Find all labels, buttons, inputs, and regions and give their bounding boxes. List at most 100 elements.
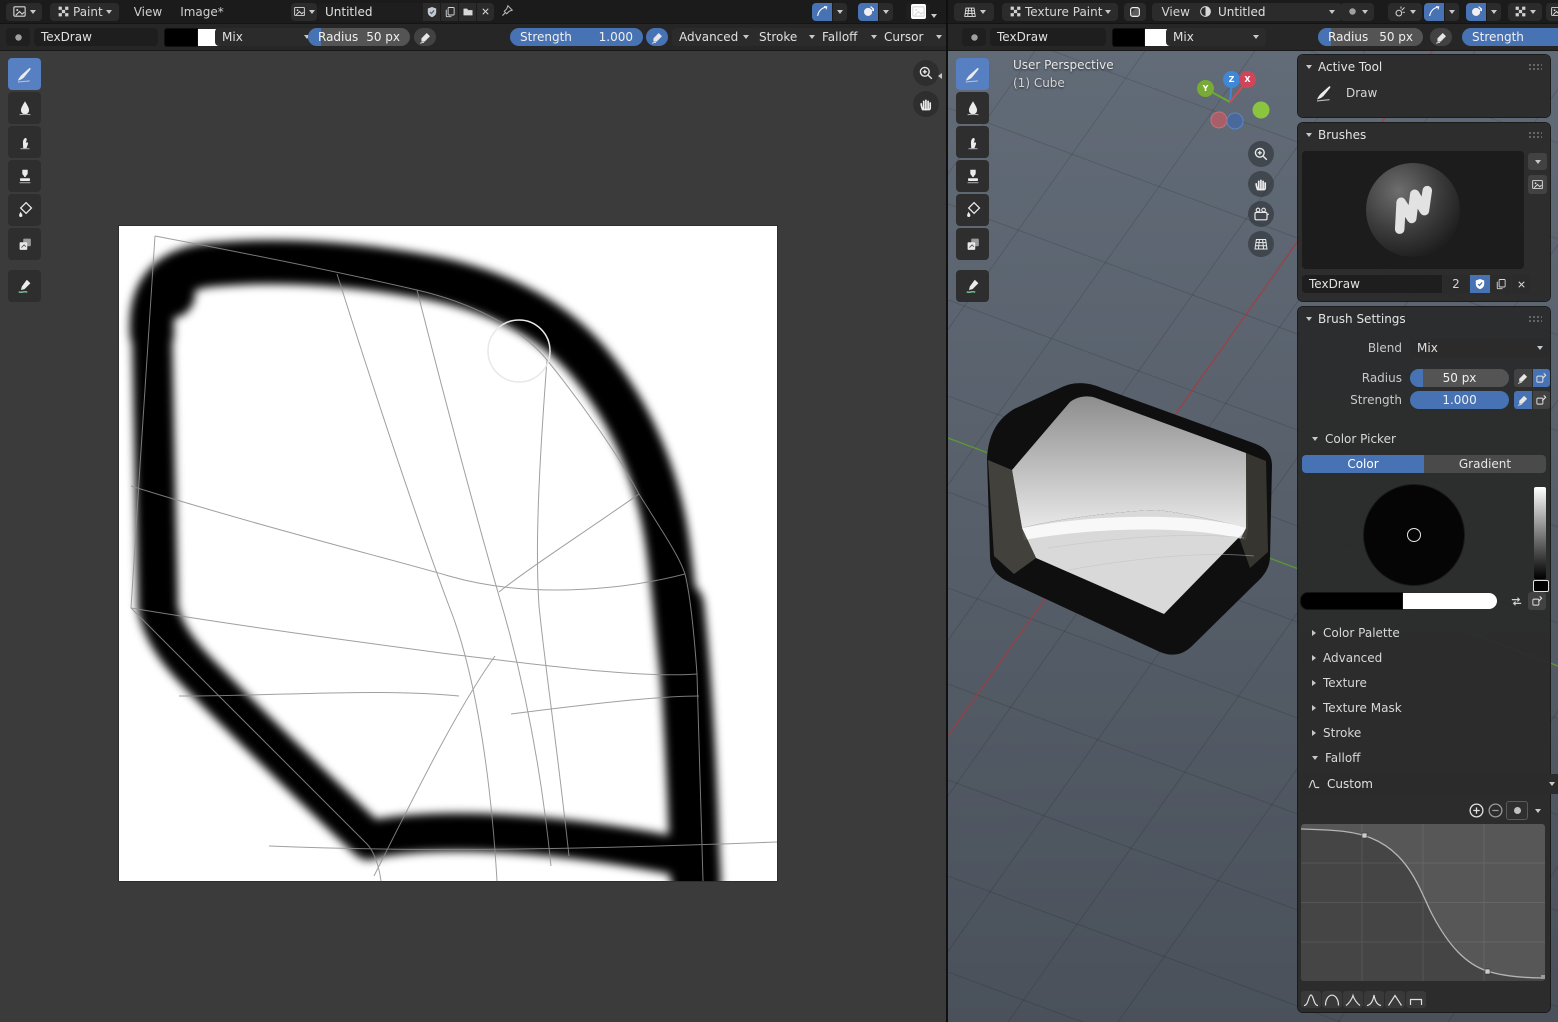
subpanel-falloff[interactable]: Falloff bbox=[1298, 745, 1558, 770]
editor-type-button[interactable] bbox=[6, 3, 42, 21]
value-slider[interactable] bbox=[1534, 487, 1546, 579]
secondary-color-swatch[interactable] bbox=[1403, 593, 1497, 609]
tool-soften[interactable] bbox=[956, 92, 989, 124]
gizmo-x-neg[interactable] bbox=[1211, 112, 1227, 128]
tool-mask[interactable] bbox=[956, 228, 989, 260]
collapsed-menus-button[interactable] bbox=[1124, 3, 1146, 21]
color-wheel[interactable] bbox=[1363, 484, 1465, 586]
pin-icon[interactable] bbox=[500, 4, 514, 18]
drag-handle-icon[interactable] bbox=[1528, 63, 1542, 70]
brush-duplicate-button[interactable] bbox=[1491, 275, 1511, 293]
image-name-field[interactable]: Untitled bbox=[318, 3, 436, 21]
brush-name-field[interactable]: TexDraw bbox=[990, 28, 1106, 46]
tab-gradient[interactable]: Gradient bbox=[1424, 455, 1546, 473]
subpanel-color-palette[interactable]: Color Palette bbox=[1298, 620, 1558, 645]
texture-slot-select[interactable]: Untitled bbox=[1192, 3, 1342, 21]
swap-colors-icon[interactable] bbox=[1509, 594, 1524, 609]
strength-tablet-button[interactable] bbox=[1533, 391, 1550, 409]
radius-pressure-button[interactable] bbox=[1430, 28, 1452, 46]
tool-draw[interactable] bbox=[956, 58, 989, 90]
radius-slider[interactable]: 50 px bbox=[1410, 369, 1509, 387]
rotation-snap-toggle[interactable] bbox=[858, 3, 878, 21]
fake-user-button[interactable] bbox=[423, 3, 440, 21]
paint-mode-select[interactable]: Paint bbox=[50, 3, 119, 21]
rotation-snap-dropdown[interactable] bbox=[879, 3, 893, 21]
tool-annotate[interactable] bbox=[956, 270, 989, 302]
display-mode-button[interactable] bbox=[1340, 3, 1374, 21]
tool-fill[interactable] bbox=[956, 194, 989, 226]
falloff-curve-widget[interactable] bbox=[1301, 824, 1545, 981]
curve-point-1[interactable] bbox=[1362, 833, 1367, 838]
rotation-snap-toggle[interactable] bbox=[1466, 3, 1486, 21]
gizmo-z-ball[interactable]: Z bbox=[1223, 71, 1240, 88]
brush-preview-box[interactable] bbox=[1302, 151, 1524, 269]
sidebar-collapse-arrow[interactable] bbox=[938, 68, 942, 82]
interaction-mode-select[interactable]: Texture Paint bbox=[1002, 3, 1118, 21]
pan-button[interactable] bbox=[913, 91, 939, 117]
clipped-header-button[interactable] bbox=[1546, 3, 1558, 21]
view-menu[interactable]: View bbox=[125, 5, 171, 19]
brush-select-dropdown[interactable] bbox=[1528, 153, 1547, 170]
brushes-header[interactable]: Brushes bbox=[1298, 123, 1550, 146]
spray-options-button[interactable] bbox=[1388, 3, 1422, 21]
tool-soften[interactable] bbox=[8, 92, 41, 124]
falloff-preset-sphere[interactable] bbox=[1322, 991, 1342, 1008]
paint-canvas[interactable] bbox=[119, 226, 777, 881]
zoom-button[interactable] bbox=[913, 60, 939, 86]
gizmo-x-ball[interactable]: X bbox=[1239, 71, 1256, 88]
blend-mode-select[interactable]: Mix bbox=[1166, 28, 1266, 46]
blend-mode-select[interactable]: Mix bbox=[215, 28, 317, 46]
rotation-snap-dropdown[interactable] bbox=[1487, 3, 1501, 21]
strength-slider[interactable]: 1.000 bbox=[1410, 391, 1509, 409]
drag-handle-icon[interactable] bbox=[1528, 131, 1542, 138]
tool-smear[interactable] bbox=[956, 126, 989, 158]
radius-slider[interactable]: Radius 50 px bbox=[1318, 28, 1423, 46]
color-picker-header[interactable]: Color Picker bbox=[1298, 426, 1550, 451]
tool-clone[interactable] bbox=[956, 160, 989, 192]
curve-point-type-button[interactable] bbox=[1506, 801, 1528, 820]
primary-color-swatch[interactable] bbox=[1300, 592, 1403, 610]
falloff-preset-linear[interactable] bbox=[1385, 991, 1405, 1008]
brush-name-field[interactable]: TexDraw bbox=[34, 28, 158, 46]
curve-point-2[interactable] bbox=[1485, 969, 1490, 974]
viewport-ortho-button[interactable] bbox=[1248, 231, 1274, 257]
image-display-dropdown[interactable] bbox=[931, 7, 937, 21]
strength-slider[interactable]: Strength 1.000 bbox=[510, 28, 643, 46]
brush-user-count[interactable]: 2 bbox=[1443, 275, 1469, 293]
viewport-pan-button[interactable] bbox=[1248, 171, 1274, 197]
color-tablet-button[interactable] bbox=[1528, 592, 1546, 610]
tool-fill[interactable] bbox=[8, 194, 41, 226]
subpanel-texture-mask[interactable]: Texture Mask bbox=[1298, 695, 1558, 720]
zoom-in-icon[interactable] bbox=[1468, 802, 1485, 819]
curve-point-end[interactable] bbox=[1541, 975, 1545, 979]
viewport-zoom-button[interactable] bbox=[1248, 141, 1274, 167]
new-image-button[interactable] bbox=[441, 3, 458, 21]
proportional-falloff-toggle[interactable] bbox=[1424, 3, 1444, 21]
falloff-popover[interactable]: Falloff bbox=[815, 28, 884, 46]
proportional-falloff-toggle[interactable] bbox=[812, 3, 832, 21]
brush-datablock-button[interactable] bbox=[6, 28, 30, 46]
unlink-image-button[interactable] bbox=[477, 3, 494, 21]
proportional-falloff-dropdown[interactable] bbox=[833, 3, 847, 21]
falloff-preset-constant[interactable] bbox=[1406, 991, 1426, 1008]
viewport-camera-button[interactable] bbox=[1248, 201, 1274, 227]
tool-smear[interactable] bbox=[8, 126, 41, 158]
cursor-popover[interactable]: Cursor bbox=[877, 28, 946, 46]
strength-pressure-button[interactable] bbox=[646, 28, 668, 46]
falloff-preset-select[interactable]: Custom bbox=[1300, 774, 1558, 794]
zoom-out-icon[interactable] bbox=[1487, 802, 1504, 819]
primary-color-swatch[interactable] bbox=[1112, 28, 1145, 47]
falloff-preset-smooth[interactable] bbox=[1301, 991, 1321, 1008]
brush-name-field[interactable]: TexDraw bbox=[1302, 275, 1442, 293]
texture-overlay-button[interactable] bbox=[1508, 3, 1542, 21]
radius-pressure-pen-button[interactable] bbox=[1514, 369, 1531, 387]
strength-slider[interactable]: Strength 1.000 bbox=[1462, 28, 1558, 46]
gizmo-y-ball[interactable]: Y bbox=[1197, 80, 1214, 97]
radius-pressure-button[interactable] bbox=[414, 28, 436, 46]
drag-handle-icon[interactable] bbox=[1528, 315, 1542, 322]
proportional-falloff-dropdown[interactable] bbox=[1445, 3, 1459, 21]
radius-tablet-button[interactable] bbox=[1533, 369, 1550, 387]
color-wheel-cursor[interactable] bbox=[1407, 528, 1421, 542]
brush-image-button[interactable] bbox=[1528, 175, 1547, 194]
falloff-preset-root[interactable] bbox=[1343, 991, 1363, 1008]
